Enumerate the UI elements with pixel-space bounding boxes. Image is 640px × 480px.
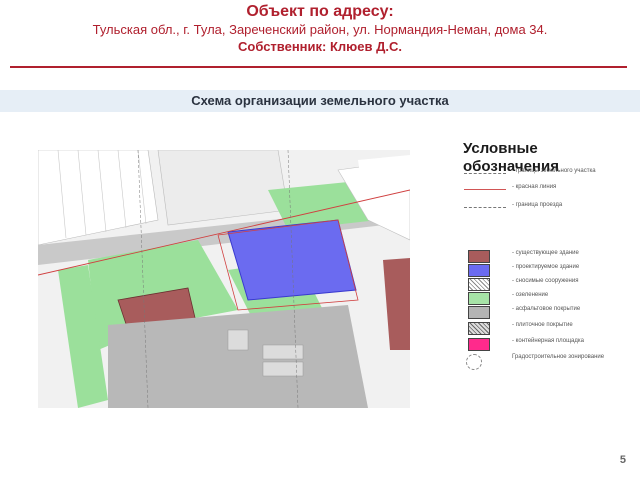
- cross-hatch-swatch-icon: [468, 322, 490, 335]
- legend-item-asphalt: - асфальтовое покрытие: [460, 306, 620, 319]
- asphalt-swatch-icon: [468, 306, 490, 319]
- legend-item-tile: - плиточное покрытие: [460, 322, 620, 335]
- legend-item-zoning: Градостроительное зонирование: [460, 354, 620, 378]
- legend-item-demolished: - сносимые сооружения: [460, 278, 620, 291]
- legend-item-greenery: - озеленение: [460, 292, 620, 305]
- dash-line-icon: [464, 173, 506, 174]
- container-swatch-icon: [468, 338, 490, 351]
- site-plan-map: [38, 150, 410, 408]
- legend-item-existing-building: - существующее здание: [460, 250, 620, 263]
- slide-title: Объект по адресу:: [246, 3, 394, 20]
- legend-item-red-line: - красная линия: [460, 184, 620, 196]
- zoning-circle-icon: [466, 354, 482, 370]
- object-owner: Собственник: Клюев Д.С.: [238, 39, 402, 54]
- legend-item-driveway-border: - граница проезда: [460, 202, 620, 214]
- legend-item-parcel-border: - границы земельного участка: [460, 168, 620, 180]
- site-plan-drawing: [38, 150, 410, 408]
- object-address: Тульская обл., г. Тула, Зареченский райо…: [92, 22, 548, 37]
- page-number: 5: [619, 454, 626, 466]
- hatch-swatch-icon: [468, 278, 490, 291]
- legend: - границы земельного участка - красная л…: [460, 158, 620, 388]
- greenery-swatch-icon: [468, 292, 490, 305]
- legend-item-container: - контейнерная площадка: [460, 338, 620, 351]
- existing-building-swatch-icon: [468, 250, 490, 263]
- scheme-title-band: Схема организации земельного участка: [0, 90, 640, 112]
- legend-item-new-building: - проектируемое здание: [460, 264, 620, 277]
- header-divider: [10, 66, 627, 68]
- new-building-swatch-icon: [468, 264, 490, 277]
- dash-line-icon: [464, 207, 506, 208]
- red-line-icon: [464, 189, 506, 190]
- slide-header: Объект по адресу: Тульская обл., г. Тула…: [0, 2, 640, 55]
